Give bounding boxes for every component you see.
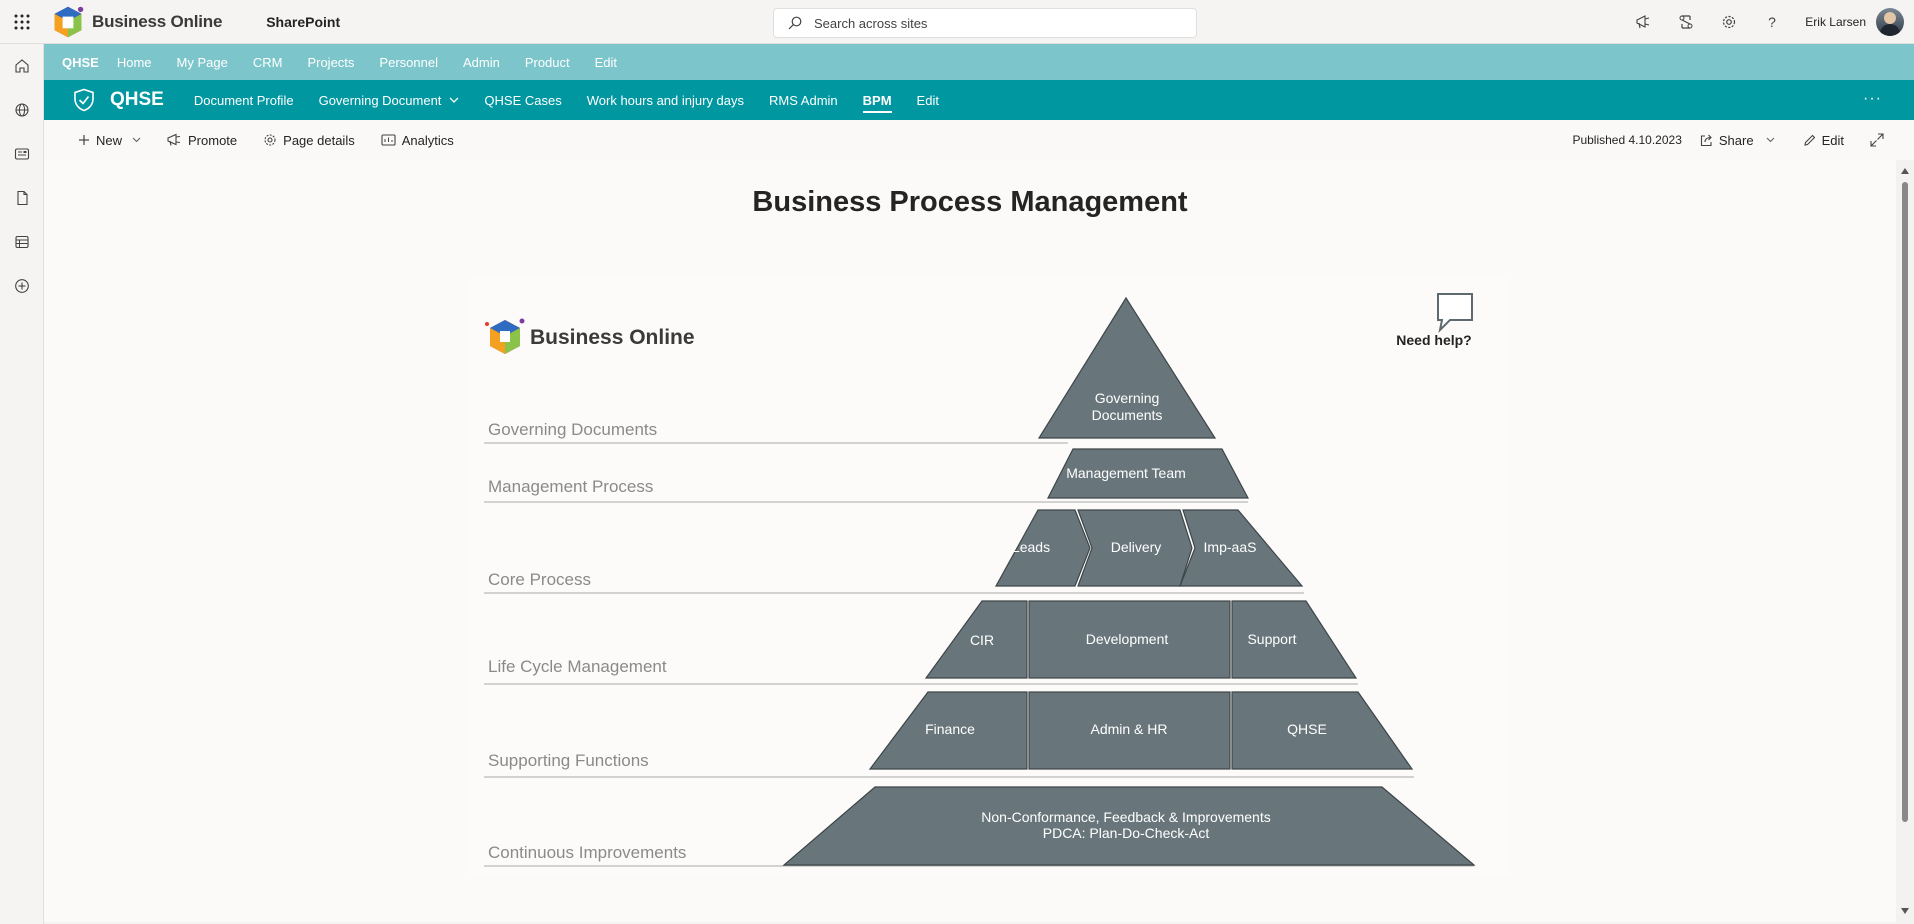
business-online-logo: Business Online (485, 318, 695, 354)
level-life-cycle-management: Life Cycle Management (488, 657, 667, 676)
expand-icon[interactable] (1870, 133, 1884, 147)
scroll-thumb[interactable] (1902, 182, 1908, 822)
share-button[interactable]: Share (1700, 133, 1775, 148)
chat-bubble-icon (1437, 293, 1473, 334)
page-canvas: Business Process Management Business Onl… (44, 160, 1896, 922)
page-details-button[interactable]: Page details (263, 133, 355, 148)
block-label-ci-1: Non-Conformance, Feedback & Improvements (981, 809, 1270, 825)
gear-icon[interactable] (1707, 0, 1750, 44)
chevron-down-icon (1766, 137, 1774, 143)
block-label-development: Development (1086, 631, 1169, 647)
need-help-label: Need help? (1396, 332, 1471, 348)
block-label-admin-hr: Admin & HR (1090, 721, 1167, 737)
app-name[interactable]: SharePoint (266, 14, 340, 30)
published-status: Published 4.10.2023 (1572, 133, 1682, 147)
page-scrollbar[interactable] (1896, 160, 1914, 922)
page-title: Business Process Management (752, 186, 1188, 218)
site-nav-edit[interactable]: Edit (917, 80, 939, 120)
search-placeholder: Search across sites (814, 15, 928, 31)
pencil-icon (1803, 134, 1815, 146)
user-name[interactable]: Erik Larsen (1805, 15, 1866, 29)
list-icon[interactable] (0, 220, 44, 264)
chevron-down-icon (449, 97, 459, 103)
site-header: QHSE Document Profile Governing Document… (44, 80, 1914, 120)
level-supporting-functions: Supporting Functions (488, 751, 649, 770)
bpm-diagram: Business Online Need help? Governing Doc… (470, 278, 1510, 876)
svg-text:?: ? (1768, 14, 1776, 30)
help-icon[interactable]: ? (1750, 0, 1793, 44)
site-nav-rms-admin[interactable]: RMS Admin (769, 80, 838, 120)
news-icon[interactable] (0, 132, 44, 176)
more-icon[interactable]: ··· (1863, 90, 1882, 108)
app-launcher-icon[interactable] (0, 0, 44, 44)
hub-nav-admin[interactable]: Admin (463, 55, 500, 70)
hub-nav-personnel[interactable]: Personnel (379, 55, 438, 70)
shield-icon[interactable] (72, 88, 96, 112)
block-label-delivery: Delivery (1111, 539, 1162, 555)
megaphone-icon (167, 133, 181, 146)
level-core-process: Core Process (488, 570, 591, 589)
app-bar (0, 44, 44, 924)
edit-button[interactable]: Edit (1803, 133, 1844, 148)
file-icon[interactable] (0, 176, 44, 220)
gear-icon (264, 134, 276, 146)
block-label-qhse: QHSE (1287, 721, 1327, 737)
bpm-logo-text: Business Online (530, 326, 695, 349)
plus-icon (79, 135, 89, 145)
analytics-button[interactable]: Analytics (381, 133, 454, 148)
block-label-support: Support (1247, 631, 1296, 647)
site-nav-work-hours[interactable]: Work hours and injury days (587, 80, 744, 120)
brand-mark-icon (54, 6, 84, 37)
scroll-down-arrow[interactable] (1901, 908, 1909, 914)
command-bar: New Promote Page details Analytics Publi… (44, 120, 1914, 160)
hub-nav-crm[interactable]: CRM (253, 55, 283, 70)
megaphone-icon[interactable] (1621, 0, 1664, 44)
home-icon[interactable] (0, 44, 44, 88)
hub-nav-qhse[interactable]: QHSE (62, 55, 99, 70)
site-nav-qhse-cases[interactable]: QHSE Cases (484, 80, 561, 120)
scroll-up-arrow[interactable] (1901, 168, 1909, 174)
promote-button[interactable]: Promote (167, 133, 237, 148)
hub-nav-projects[interactable]: Projects (307, 55, 354, 70)
block-label-finance: Finance (925, 721, 975, 737)
new-button[interactable]: New (78, 133, 141, 148)
add-icon[interactable] (0, 264, 44, 308)
block-label-management-team: Management Team (1066, 465, 1186, 481)
suite-bar: Business Online SharePoint Search across… (0, 0, 1914, 44)
need-help-button[interactable]: Need help? (1396, 293, 1473, 348)
share-icon (1700, 134, 1712, 146)
avatar[interactable] (1876, 8, 1904, 36)
level-governing-documents: Governing Documents (488, 420, 657, 439)
hub-nav-product[interactable]: Product (525, 55, 570, 70)
hub-nav-edit[interactable]: Edit (595, 55, 617, 70)
chevron-down-icon (132, 137, 141, 143)
block-label-governing-2: Documents (1092, 407, 1163, 423)
switch-icon[interactable] (1664, 0, 1707, 44)
site-nav-bpm[interactable]: BPM (862, 80, 892, 120)
block-label-governing-1: Governing (1095, 390, 1160, 406)
level-management-process: Management Process (488, 477, 653, 496)
block-label-leads: Leads (1012, 539, 1050, 555)
hub-navigation: QHSE Home My Page CRM Projects Personnel… (44, 44, 1914, 80)
search-box[interactable]: Search across sites (773, 8, 1197, 38)
site-nav-document-profile[interactable]: Document Profile (194, 80, 294, 120)
hub-nav-home[interactable]: Home (117, 55, 152, 70)
level-continuous-improvements: Continuous Improvements (488, 843, 686, 862)
globe-icon[interactable] (0, 88, 44, 132)
site-nav-governing-document[interactable]: Governing Document (319, 80, 460, 120)
hub-nav-my-page[interactable]: My Page (177, 55, 228, 70)
block-label-impaas: Imp-aaS (1204, 539, 1257, 555)
search-icon (788, 16, 802, 30)
block-label-ci-2: PDCA: Plan-Do-Check-Act (1043, 825, 1210, 841)
brand-logo[interactable]: Business Online (50, 4, 222, 40)
brand-name: Business Online (92, 11, 223, 31)
site-title[interactable]: QHSE (110, 89, 164, 111)
block-label-cir: CIR (970, 632, 994, 648)
analytics-icon (381, 134, 396, 146)
